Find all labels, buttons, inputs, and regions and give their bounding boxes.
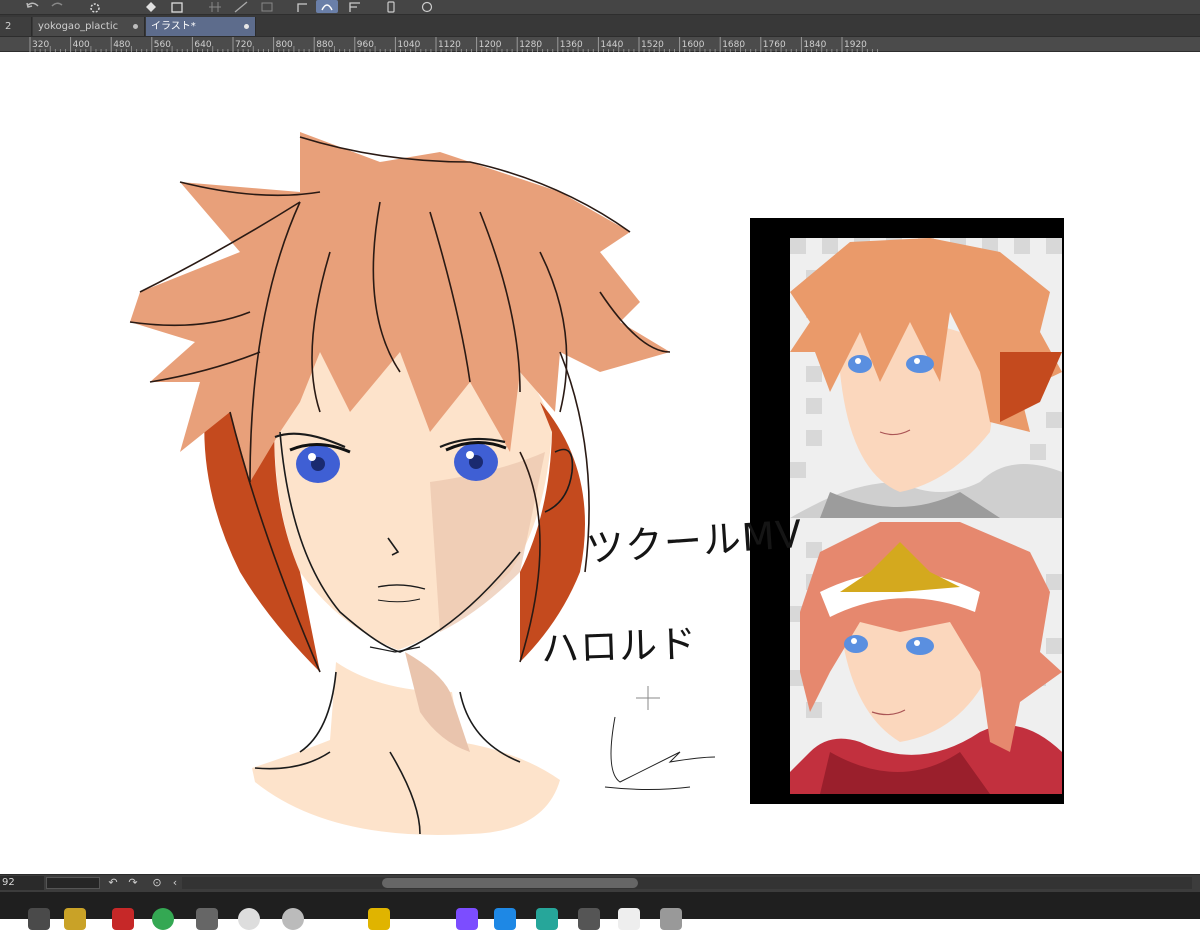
tab-previous[interactable]: 2 [0,17,32,36]
ruler-label: 1120 [438,40,461,50]
tab-label: yokogao_plactic [38,21,119,32]
ruler-label: 800 [276,40,293,50]
spinner-icon[interactable] [84,0,106,13]
ruler-label: 320 [32,40,49,50]
app-icon-active[interactable] [660,908,682,930]
rotate-left-icon[interactable]: ↶ [106,876,120,890]
ruler-label: 1680 [722,40,745,50]
ruler-label: 1600 [682,40,705,50]
ruler-label: 400 [73,40,90,50]
chevron-left-icon[interactable]: ‹ [168,876,182,890]
curve-icon[interactable] [292,0,314,13]
reset-rotation-icon[interactable]: ⊙ [150,876,164,890]
cursor-crosshair [636,686,660,710]
app-icon-white[interactable] [238,908,260,930]
phone-icon[interactable] [380,0,402,13]
ruler-label: 640 [194,40,211,50]
document-tab-bar: 2 yokogao_plactic イラスト* [0,15,1200,36]
canvas[interactable]: ツクールMV ハロルド [0,52,1200,874]
app-icon-green[interactable] [152,908,174,930]
ruler-label: 480 [113,40,130,50]
ruler-label: 1200 [479,40,502,50]
app-icon-teal[interactable] [536,908,558,930]
ruler-label: 1520 [641,40,664,50]
illustration-drawing [129,132,1064,835]
app-icon-dark[interactable] [578,908,600,930]
ruler-label: 1360 [560,40,583,50]
tab-close-icon[interactable] [244,24,249,29]
frame-icon[interactable] [316,0,338,13]
app-icon-yellow[interactable] [368,908,390,930]
tab-label: イラスト* [151,21,196,32]
ruler-label: 1440 [600,40,623,50]
device-icon[interactable] [344,0,366,13]
status-bar: 92 ↶ ↷ ⊙ ‹ [0,874,1200,892]
ruler-label: 960 [357,40,374,50]
app-icon-purple[interactable] [456,908,478,930]
ruler-label: 560 [154,40,171,50]
ruler-label: 720 [235,40,252,50]
app-icon-blue[interactable] [494,908,516,930]
zoom-value[interactable]: 92 [0,876,44,890]
ruler-label: 1040 [397,40,420,50]
ruler-label: 1840 [803,40,826,50]
scrollbar-thumb[interactable] [382,878,638,888]
ruler-label: 1920 [844,40,867,50]
app-icon-whitebox[interactable] [618,908,640,930]
tab-yokogao[interactable]: yokogao_plactic [33,17,145,36]
rotate-right-icon[interactable]: ↷ [126,876,140,890]
annotation-character-name: ハロルド [540,621,698,671]
select-icon[interactable] [166,0,188,13]
app-icon-red[interactable] [112,908,134,930]
neck-shoulders [252,662,560,835]
grid-icon[interactable] [204,0,226,13]
tab-illust[interactable]: イラスト* [146,17,256,36]
app-icon-explorer[interactable] [28,908,50,930]
top-toolbar [0,0,1200,15]
app-icon-gray[interactable] [196,908,218,930]
fill-icon[interactable] [140,0,162,13]
ruler-label: 1280 [519,40,542,50]
horizontal-ruler: 320 400 480 560 640 720 800 880 960 1040 1120 1200 1… [0,36,1200,52]
zoom-slider[interactable] [46,877,100,889]
transform-icon[interactable] [256,0,278,13]
horizontal-scrollbar[interactable] [182,877,1192,889]
chat-icon[interactable] [416,0,438,13]
tab-label: 2 [5,21,12,32]
undo-icon[interactable] [22,0,44,13]
app-icon-light[interactable] [282,908,304,930]
ruler-label: 1760 [763,40,786,50]
ruler-scale: 320 400 480 560 640 720 800 880 960 1040 1120 1200 1… [29,37,879,52]
ruler-label: 880 [316,40,333,50]
taskbar [0,892,1200,930]
app-icon-folder[interactable] [64,908,86,930]
redo-icon[interactable] [46,0,68,13]
ruler-icon[interactable] [230,0,252,13]
signature-mark [604,716,716,790]
tab-close-icon[interactable] [133,24,138,29]
